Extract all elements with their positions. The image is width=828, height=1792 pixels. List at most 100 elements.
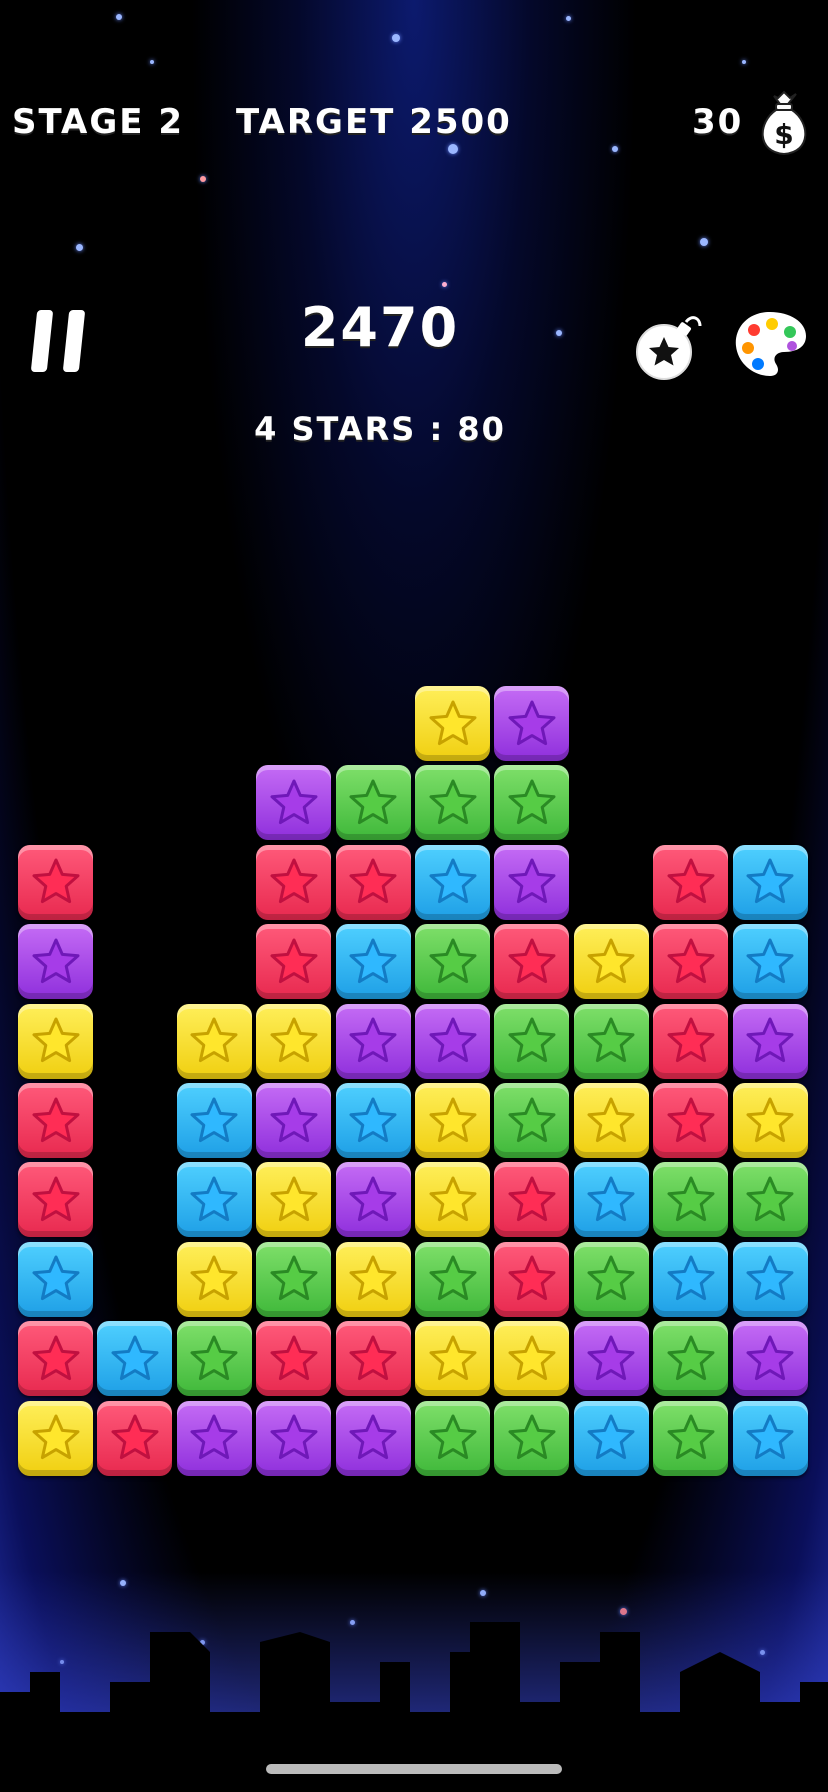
blue-star-tile[interactable]	[18, 1241, 93, 1317]
purple-star-tile[interactable]	[18, 924, 93, 1000]
yellow-star-tile[interactable]	[415, 686, 490, 761]
red-star-tile[interactable]	[494, 1241, 570, 1317]
star-icon	[587, 938, 635, 983]
red-star-tile[interactable]	[18, 1162, 93, 1238]
stars-bonus-label: 4 STARS : 80	[254, 410, 506, 448]
red-star-tile[interactable]	[494, 1162, 570, 1238]
purple-star-tile[interactable]	[494, 844, 570, 920]
yellow-star-tile[interactable]	[176, 1003, 252, 1079]
yellow-star-tile[interactable]	[415, 1162, 490, 1238]
blue-star-tile[interactable]	[176, 1162, 252, 1238]
svg-text:$: $	[774, 118, 793, 151]
red-star-tile[interactable]	[653, 1083, 729, 1158]
green-star-tile[interactable]	[732, 1162, 808, 1238]
yellow-star-tile[interactable]	[415, 1083, 490, 1158]
yellow-star-tile[interactable]	[256, 1162, 332, 1238]
star-icon	[667, 858, 715, 904]
blue-star-tile[interactable]	[176, 1083, 252, 1158]
blue-star-tile[interactable]	[653, 1241, 729, 1317]
green-star-tile[interactable]	[256, 1241, 332, 1317]
star-icon	[429, 1097, 476, 1142]
green-star-tile[interactable]	[494, 1400, 570, 1476]
star-icon	[746, 1176, 794, 1221]
yellow-star-tile[interactable]	[18, 1400, 93, 1476]
blue-star-tile[interactable]	[732, 1241, 808, 1317]
purple-star-tile[interactable]	[176, 1400, 252, 1476]
purple-star-tile[interactable]	[335, 1162, 411, 1238]
blue-star-tile[interactable]	[732, 844, 808, 920]
money-bag-icon[interactable]: $	[752, 88, 816, 158]
yellow-star-tile[interactable]	[573, 1083, 649, 1158]
star-icon	[508, 938, 556, 983]
star-icon	[429, 779, 476, 824]
green-star-tile[interactable]	[415, 1400, 490, 1476]
blue-star-tile[interactable]	[415, 844, 490, 920]
target-label: TARGET 2500	[236, 102, 512, 142]
green-star-tile[interactable]	[415, 924, 490, 1000]
red-star-tile[interactable]	[18, 1321, 93, 1397]
star-icon	[349, 1017, 397, 1063]
green-star-tile[interactable]	[653, 1321, 729, 1397]
star-icon	[508, 858, 556, 904]
home-indicator[interactable]	[266, 1764, 562, 1774]
purple-star-tile[interactable]	[256, 1083, 332, 1158]
blue-star-tile[interactable]	[573, 1400, 649, 1476]
purple-star-tile[interactable]	[335, 1400, 411, 1476]
red-star-tile[interactable]	[97, 1400, 173, 1476]
yellow-star-tile[interactable]	[573, 924, 649, 1000]
purple-star-tile[interactable]	[415, 1003, 490, 1079]
green-star-tile[interactable]	[494, 1003, 570, 1079]
star-icon	[349, 1097, 397, 1142]
yellow-star-tile[interactable]	[176, 1241, 252, 1317]
green-star-tile[interactable]	[176, 1321, 252, 1397]
bomb-star-icon[interactable]	[634, 310, 706, 382]
purple-star-tile[interactable]	[732, 1003, 808, 1079]
yellow-star-tile[interactable]	[256, 1003, 332, 1079]
blue-star-tile[interactable]	[97, 1321, 173, 1397]
red-star-tile[interactable]	[18, 1083, 93, 1158]
star-icon	[429, 858, 476, 904]
red-star-tile[interactable]	[256, 844, 332, 920]
star-icon	[508, 1017, 556, 1063]
star-icon	[32, 1097, 79, 1142]
blue-star-tile[interactable]	[335, 1083, 411, 1158]
yellow-star-tile[interactable]	[415, 1321, 490, 1397]
red-star-tile[interactable]	[653, 1003, 729, 1079]
red-star-tile[interactable]	[335, 844, 411, 920]
palette-icon[interactable]	[732, 308, 808, 380]
green-star-tile[interactable]	[494, 1083, 570, 1158]
blue-star-tile[interactable]	[573, 1162, 649, 1238]
star-icon	[349, 1255, 397, 1301]
green-star-tile[interactable]	[335, 765, 411, 841]
green-star-tile[interactable]	[494, 765, 570, 841]
green-star-tile[interactable]	[653, 1162, 729, 1238]
green-star-tile[interactable]	[653, 1400, 729, 1476]
purple-star-tile[interactable]	[256, 765, 332, 841]
yellow-star-tile[interactable]	[335, 1241, 411, 1317]
red-star-tile[interactable]	[494, 924, 570, 1000]
purple-star-tile[interactable]	[732, 1321, 808, 1397]
red-star-tile[interactable]	[653, 924, 729, 1000]
star-icon	[667, 1414, 715, 1460]
green-star-tile[interactable]	[573, 1241, 649, 1317]
purple-star-tile[interactable]	[573, 1321, 649, 1397]
yellow-star-tile[interactable]	[732, 1083, 808, 1158]
red-star-tile[interactable]	[18, 844, 93, 920]
red-star-tile[interactable]	[653, 844, 729, 920]
green-star-tile[interactable]	[573, 1003, 649, 1079]
red-star-tile[interactable]	[256, 1321, 332, 1397]
purple-star-tile[interactable]	[494, 686, 570, 761]
blue-star-tile[interactable]	[732, 924, 808, 1000]
red-star-tile[interactable]	[335, 1321, 411, 1397]
purple-star-tile[interactable]	[256, 1400, 332, 1476]
blue-star-tile[interactable]	[732, 1400, 808, 1476]
green-star-tile[interactable]	[415, 1241, 490, 1317]
game-board	[18, 686, 812, 1480]
blue-star-tile[interactable]	[335, 924, 411, 1000]
red-star-tile[interactable]	[256, 924, 332, 1000]
star-icon	[429, 1255, 476, 1301]
yellow-star-tile[interactable]	[18, 1003, 93, 1079]
yellow-star-tile[interactable]	[494, 1321, 570, 1397]
purple-star-tile[interactable]	[335, 1003, 411, 1079]
green-star-tile[interactable]	[415, 765, 490, 841]
